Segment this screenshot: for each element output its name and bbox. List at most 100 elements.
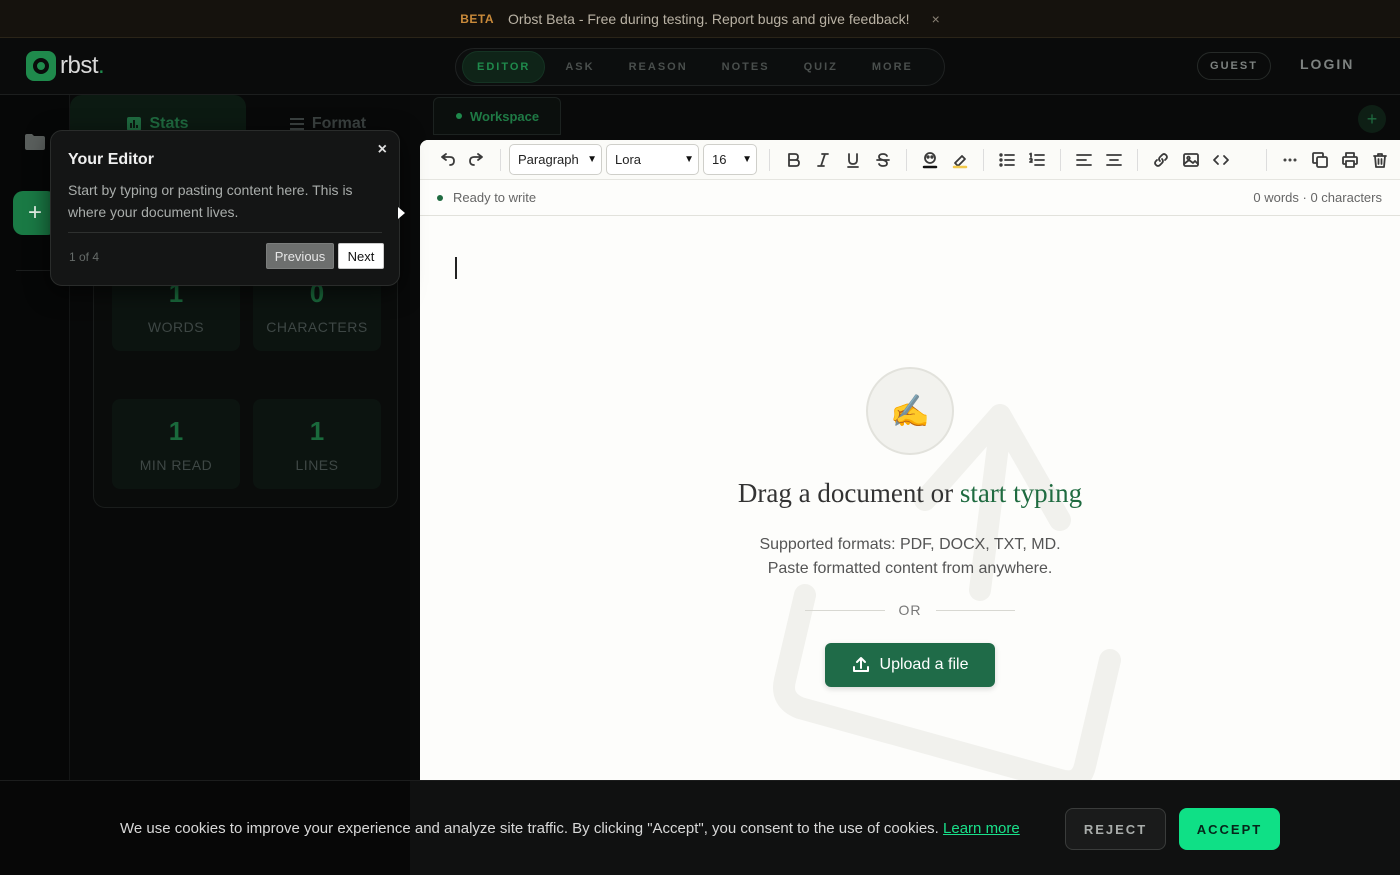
cookie-message: We use cookies to improve your experienc… xyxy=(120,820,939,837)
align-left-icon[interactable] xyxy=(1069,145,1099,175)
toolbar-divider xyxy=(906,148,907,171)
status-bar: Ready to write 0 words · 0 characters xyxy=(420,180,1400,216)
upload-arrow-icon xyxy=(773,404,1121,780)
guest-button[interactable]: GUEST xyxy=(1197,52,1271,80)
undo-icon[interactable] xyxy=(432,145,462,175)
workspace-tab-label: Workspace xyxy=(470,108,540,124)
image-icon[interactable] xyxy=(1176,145,1206,175)
logo[interactable]: rbst. xyxy=(26,51,105,81)
text-caret xyxy=(455,257,457,279)
add-tab-button[interactable]: + xyxy=(1358,105,1386,133)
strikethrough-icon[interactable] xyxy=(868,145,898,175)
nav-notes[interactable]: NOTES xyxy=(708,52,784,82)
nav-editor[interactable]: EDITOR xyxy=(462,51,546,83)
stat-label: MIN READ xyxy=(139,456,213,473)
status-dot xyxy=(437,194,443,201)
beta-text: Orbst Beta - Free during testing. Report… xyxy=(508,10,910,27)
font-size-value: 16 xyxy=(712,152,727,167)
stat-label: WORDS xyxy=(147,318,205,335)
status-left: Ready to write xyxy=(437,190,536,205)
cookie-banner: We use cookies to improve your experienc… xyxy=(0,780,1400,875)
tour-title: Your Editor xyxy=(68,151,154,168)
status-dot xyxy=(456,113,462,119)
upload-label: Upload a file xyxy=(879,656,969,673)
close-icon[interactable]: × xyxy=(932,11,940,27)
main-nav: EDITOR ASK REASON NOTES QUIZ MORE xyxy=(455,48,945,86)
logo-dot: . xyxy=(98,52,105,79)
editor[interactable]: Paragraph ▼ Lora ▼ 16 ▼ Ready to write 0 wo… xyxy=(420,140,1400,780)
tour-text: Start by typing or pasting content here.… xyxy=(68,182,353,220)
writing-hand-icon: ✍️ xyxy=(866,367,954,455)
trash-icon[interactable] xyxy=(1365,145,1395,175)
toolbar-divider xyxy=(500,148,501,171)
folder-icon[interactable] xyxy=(24,133,46,151)
reject-button[interactable]: REJECT xyxy=(1065,808,1166,850)
stat-label: LINES xyxy=(295,456,339,473)
divider-line xyxy=(805,609,885,611)
chevron-down-icon: ▼ xyxy=(587,154,597,165)
block-type-select[interactable]: Paragraph ▼ xyxy=(509,144,602,175)
stat-lines: 1 LINES xyxy=(253,399,381,489)
divider-line xyxy=(935,609,1015,611)
accept-button[interactable]: ACCEPT xyxy=(1179,808,1280,850)
toolbar-divider xyxy=(769,148,770,171)
print-icon[interactable] xyxy=(1335,145,1365,175)
bullet-list-icon[interactable] xyxy=(992,145,1022,175)
list-icon xyxy=(289,118,304,130)
redo-icon[interactable] xyxy=(462,145,492,175)
underline-icon[interactable] xyxy=(838,145,868,175)
nav-ask[interactable]: ASK xyxy=(551,52,608,82)
link-icon[interactable] xyxy=(1146,145,1176,175)
status-text: Ready to write xyxy=(453,190,537,205)
stat-value: 1 xyxy=(168,415,184,446)
nav-quiz[interactable]: QUIZ xyxy=(790,52,852,82)
font-value: Lora xyxy=(615,152,642,167)
logo-icon xyxy=(26,51,56,81)
workspace-tab[interactable]: Workspace xyxy=(433,97,561,135)
toolbar-divider xyxy=(1266,148,1267,171)
nav-more[interactable]: MORE xyxy=(858,52,927,82)
text-color-icon[interactable] xyxy=(915,145,945,175)
copy-icon[interactable] xyxy=(1305,145,1335,175)
dropzone-sub-line: Supported formats: PDF, DOCX, TXT, MD. xyxy=(759,536,1061,553)
bar-chart-icon xyxy=(127,117,142,131)
dropzone-title: Drag a document or start typing xyxy=(420,478,1400,509)
beta-banner: BETA Orbst Beta - Free during testing. R… xyxy=(0,0,1400,38)
or-divider: OR xyxy=(805,602,1015,618)
toolbar-divider xyxy=(1137,148,1138,171)
dropzone-subtitle: Supported formats: PDF, DOCX, TXT, MD. P… xyxy=(420,533,1400,581)
stats-card: 1 WORDS 0 CHARACTERS 1 MIN READ 1 LINES xyxy=(93,260,398,508)
numbered-list-icon[interactable] xyxy=(1022,145,1052,175)
previous-button[interactable]: Previous xyxy=(266,243,334,269)
tour-divider xyxy=(68,232,382,233)
next-button[interactable]: Next xyxy=(338,243,384,269)
logo-text: rbst xyxy=(60,52,99,79)
tour-popover: × Your Editor Start by typing or pasting… xyxy=(50,130,400,286)
login-button[interactable]: LOGIN xyxy=(1300,56,1354,72)
bold-icon[interactable] xyxy=(778,145,808,175)
align-center-icon[interactable] xyxy=(1099,145,1129,175)
editor-toolbar: Paragraph ▼ Lora ▼ 16 ▼ xyxy=(420,140,1400,180)
more-icon[interactable] xyxy=(1275,145,1305,175)
stat-min-read: 1 MIN READ xyxy=(112,399,240,489)
stat-label: CHARACTERS xyxy=(266,318,368,335)
beta-tag: BETA xyxy=(460,11,495,26)
or-label: OR xyxy=(898,602,922,618)
header: rbst. EDITOR ASK REASON NOTES QUIZ MORE … xyxy=(0,38,1400,95)
rail-divider xyxy=(16,270,54,271)
dropzone-title-prefix: Drag a document or xyxy=(737,478,960,508)
upload-file-button[interactable]: Upload a file xyxy=(825,643,995,687)
learn-more-link[interactable]: Learn more xyxy=(943,820,1020,837)
italic-icon[interactable] xyxy=(808,145,838,175)
highlight-icon[interactable] xyxy=(945,145,975,175)
nav-reason[interactable]: REASON xyxy=(615,52,702,82)
stat-value: 1 xyxy=(309,415,325,446)
code-icon[interactable] xyxy=(1206,145,1236,175)
close-icon[interactable]: × xyxy=(378,141,387,159)
block-type-value: Paragraph xyxy=(518,152,579,167)
font-size-select[interactable]: 16 ▼ xyxy=(703,144,757,175)
word-count: 0 words · 0 characters xyxy=(1253,190,1382,205)
font-select[interactable]: Lora ▼ xyxy=(606,144,699,175)
tour-step-count: 1 of 4 xyxy=(69,250,100,264)
toolbar-divider xyxy=(983,148,984,171)
